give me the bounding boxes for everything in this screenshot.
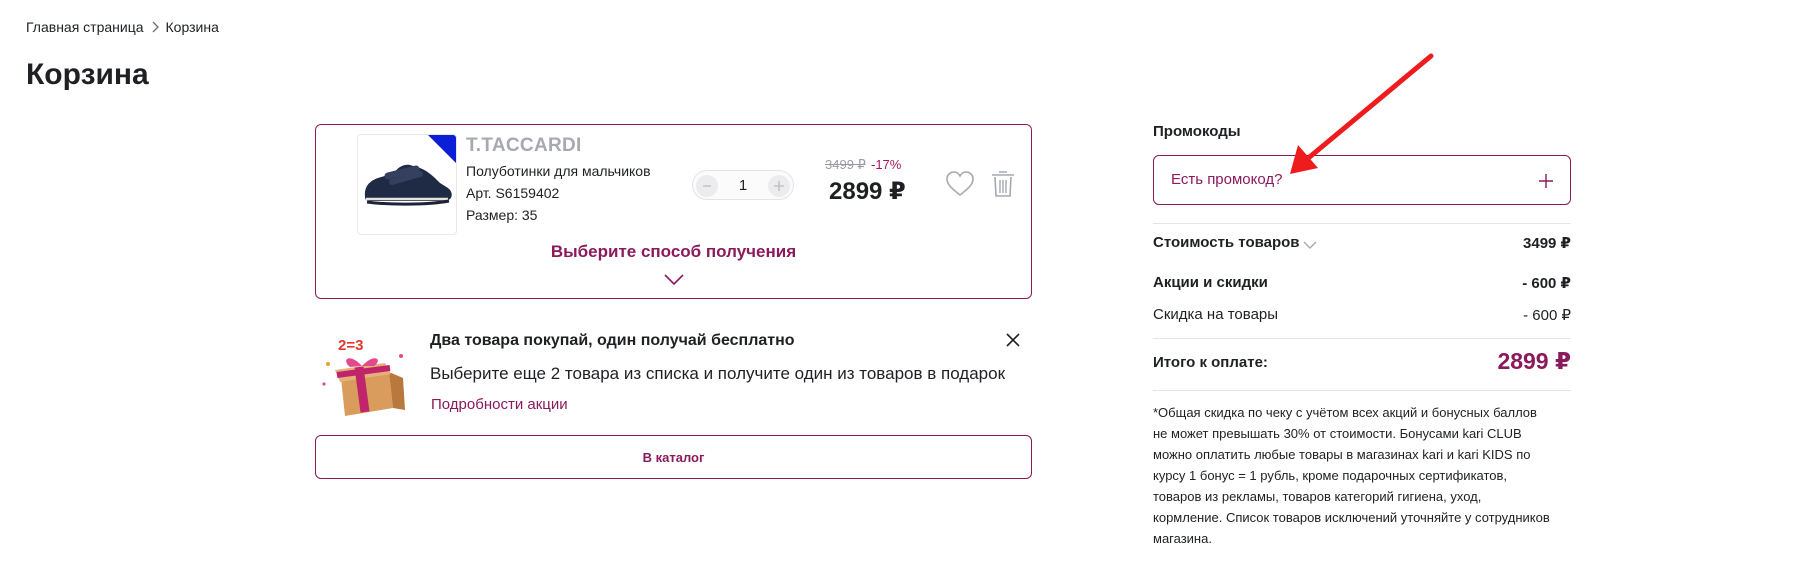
product-badge-corner <box>428 135 456 163</box>
total-value: 2899 ₽ <box>1497 348 1571 374</box>
promotions-value: - 600 ₽ <box>1522 275 1571 292</box>
promo-banner: 2=3 Два товара покупай, один получай бес… <box>315 326 1032 421</box>
divider <box>1153 390 1571 391</box>
promo-details-link[interactable]: Подробности акции <box>431 396 568 413</box>
promo-code-heading: Промокоды <box>1153 123 1241 140</box>
close-promo-button[interactable] <box>1005 332 1021 348</box>
bonus-footnote: *Общая скидка по чеку с учётом всех акци… <box>1153 405 1550 546</box>
plus-icon[interactable] <box>1538 173 1554 189</box>
promo-title: Два товара покупай, один получай бесплат… <box>430 332 795 349</box>
cart-item-card: T.TACCARDI Полуботинки для мальчиков Арт… <box>315 124 1032 299</box>
breadcrumb-current: Корзина <box>165 19 219 35</box>
goods-discount-label: Скидка на товары <box>1153 306 1279 323</box>
gift-badge-text: 2=3 <box>338 337 363 354</box>
breadcrumb: Главная страница Корзина <box>26 18 219 36</box>
minus-icon <box>703 185 711 187</box>
old-price: 3499 ₽ <box>825 157 866 172</box>
product-name[interactable]: Полуботинки для мальчиков <box>466 163 651 179</box>
goods-cost-row[interactable]: Стоимость товаров 3499 ₽ <box>1153 234 1571 256</box>
chevron-right-icon <box>144 18 166 36</box>
goods-discount-value: - 600 ₽ <box>1523 307 1571 324</box>
choose-delivery-link[interactable]: Выберите способ получения <box>316 242 1031 262</box>
total-row: Итого к оплате: 2899 ₽ <box>1153 348 1571 376</box>
chevron-down-icon[interactable] <box>1303 237 1317 249</box>
total-label: Итого к оплате: <box>1153 354 1268 371</box>
promo-code-input[interactable]: Есть промокод? <box>1153 155 1571 205</box>
product-brand[interactable]: T.TACCARDI <box>466 135 582 157</box>
quantity-value[interactable]: 1 <box>723 177 763 194</box>
divider <box>1153 338 1571 339</box>
discount-badge: -17% <box>871 157 902 172</box>
product-image[interactable] <box>357 134 457 235</box>
breadcrumb-home-link[interactable]: Главная страница <box>26 19 144 35</box>
trash-icon <box>992 171 1014 197</box>
gift-icon: 2=3 <box>315 330 409 420</box>
heart-icon <box>946 171 974 197</box>
chevron-down-icon[interactable] <box>663 273 685 287</box>
increase-quantity-button[interactable] <box>768 175 790 197</box>
close-icon <box>1006 333 1020 347</box>
catalog-button[interactable]: В каталог <box>315 435 1032 479</box>
add-to-favorites-button[interactable] <box>945 170 975 198</box>
current-price: 2899 ₽ <box>829 178 906 205</box>
promotions-row: Акции и скидки - 600 ₽ <box>1153 274 1571 296</box>
goods-discount-row: Скидка на товары - 600 ₽ <box>1153 306 1571 328</box>
quantity-stepper: 1 <box>692 170 794 200</box>
promo-code-placeholder: Есть промокод? <box>1171 171 1283 188</box>
product-size: Размер: 35 <box>466 207 538 223</box>
product-article: Арт. S6159402 <box>466 185 560 201</box>
promotions-label: Акции и скидки <box>1153 274 1268 291</box>
divider <box>1153 223 1571 224</box>
promo-description: Выберите еще 2 товара из списка и получи… <box>430 364 1006 383</box>
plus-icon <box>774 181 784 191</box>
goods-cost-value: 3499 ₽ <box>1523 235 1571 252</box>
goods-cost-label: Стоимость товаров <box>1153 234 1300 251</box>
decrease-quantity-button[interactable] <box>696 175 718 197</box>
page-title: Корзина <box>26 58 149 91</box>
delete-item-button[interactable] <box>990 169 1016 199</box>
